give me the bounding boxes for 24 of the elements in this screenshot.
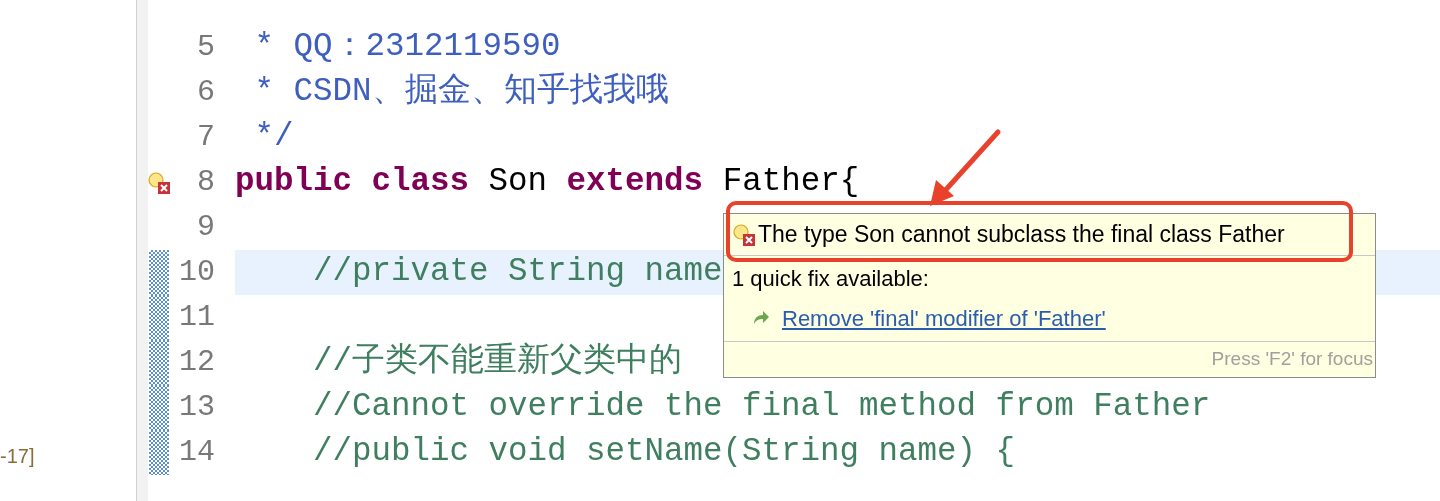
code-line: */	[253, 121, 294, 154]
code-line: * QQ：2312119590	[253, 31, 561, 64]
quick-fix-link[interactable]: Remove 'final' modifier of 'Father'	[782, 301, 1106, 335]
code-line: //Cannot override the final method from Father	[312, 391, 1211, 424]
side-panel-text: -17]	[0, 444, 36, 469]
line-number: 7	[197, 120, 215, 154]
code-line: //public void setName(String name) {	[312, 436, 1016, 469]
line-number: 5	[197, 30, 215, 64]
line-number: 6	[197, 75, 215, 109]
line-number: 11	[179, 300, 215, 334]
focus-hint: Press 'F2' for focus	[1211, 348, 1373, 369]
error-bulb-icon	[732, 222, 756, 247]
fix-arrow-icon	[752, 310, 770, 326]
code-line: //private String name	[312, 256, 723, 289]
line-number: 13	[179, 390, 215, 424]
line-number: 14	[179, 435, 215, 469]
error-bulb-icon	[147, 170, 171, 195]
code-line: public class Son extends Father{	[235, 166, 860, 199]
line-number: 9	[197, 210, 215, 244]
line-number: 8	[197, 165, 215, 199]
problem-message: The type Son cannot subclass the final class Father	[758, 220, 1285, 250]
line-number: 10	[179, 255, 215, 289]
line-number: 12	[179, 345, 215, 379]
quick-fix-summary: 1 quick fix available:	[732, 266, 929, 291]
